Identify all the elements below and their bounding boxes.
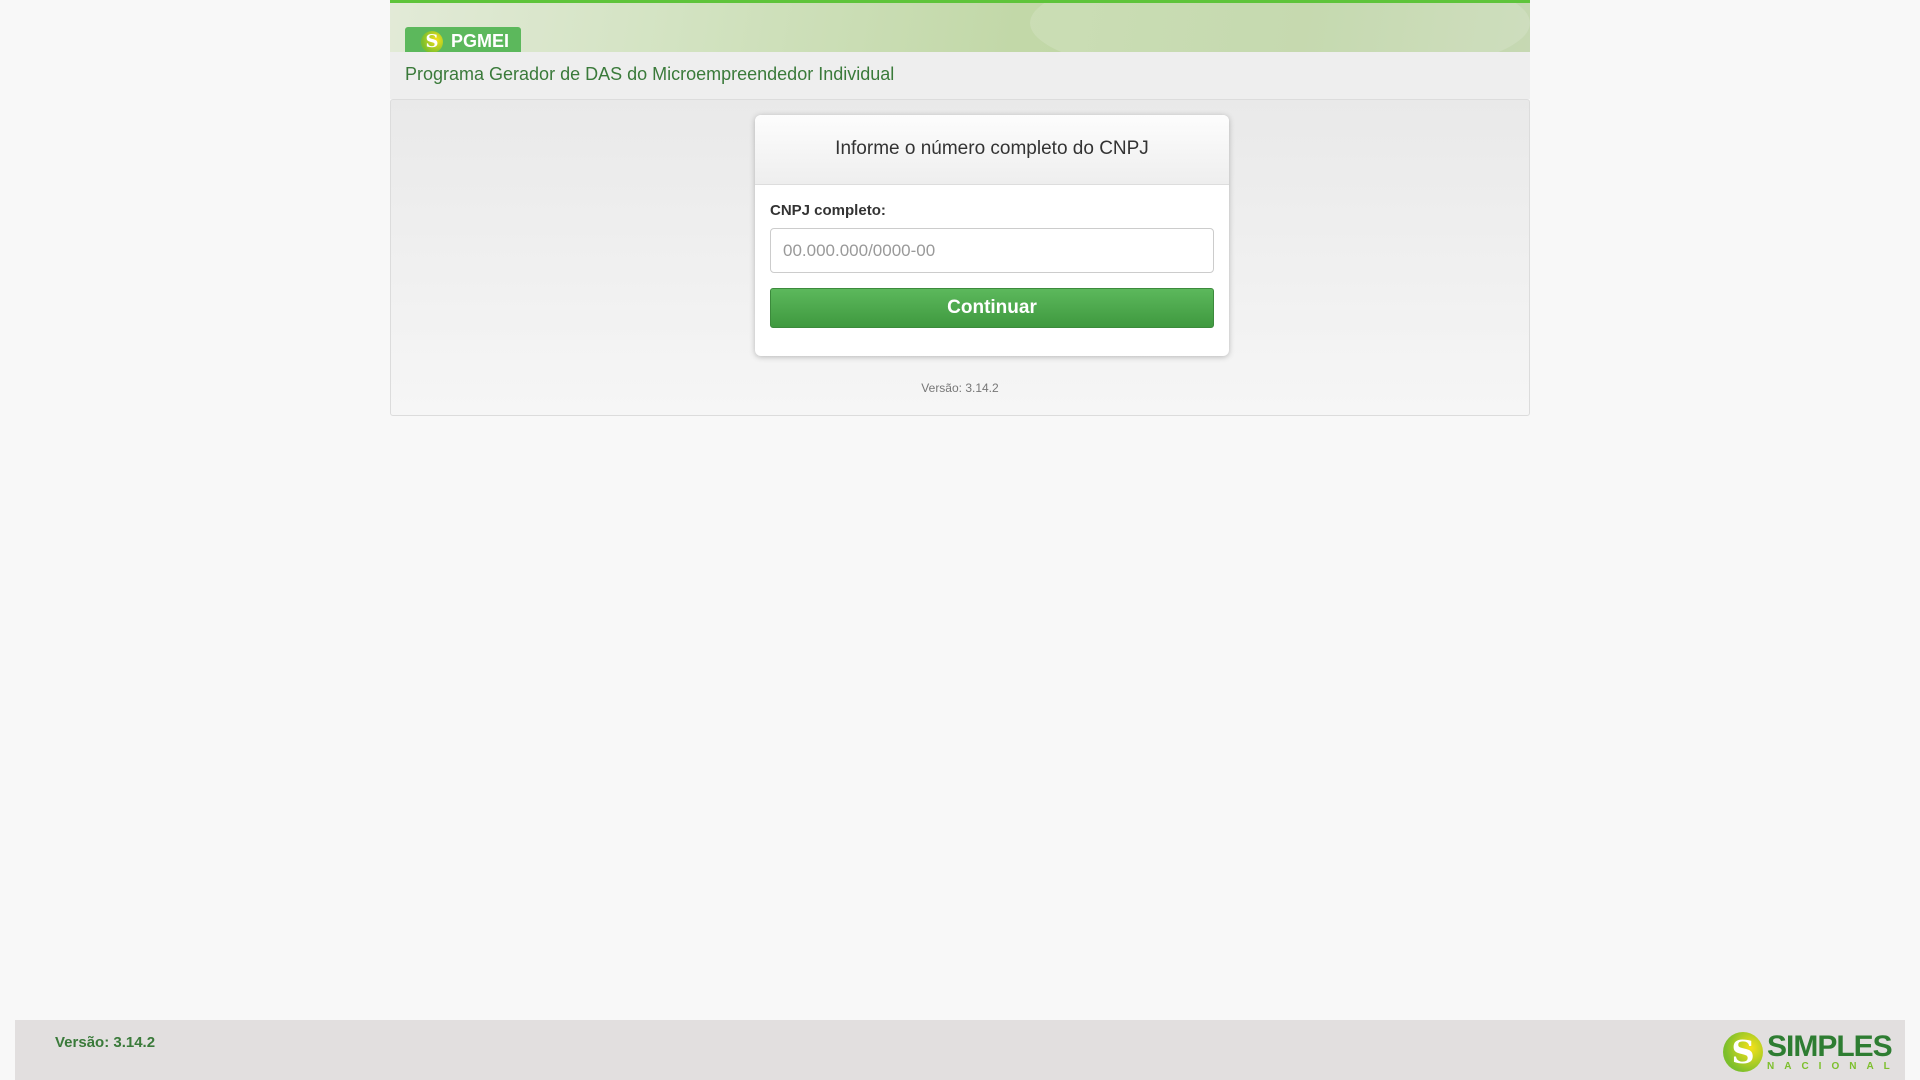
logo-text-bottom: NACIONAL — [1767, 1061, 1900, 1072]
app-badge: S PGMEI — [405, 27, 522, 52]
main-panel: Informe o número completo do CNPJ CNPJ c… — [390, 99, 1530, 416]
cnpj-input[interactable] — [770, 228, 1214, 273]
page-subtitle: Programa Gerador de DAS do Microempreend… — [390, 52, 1530, 99]
footer: Versão: 3.14.2 S SIMPLES NACIONAL — [15, 1020, 1905, 1080]
footer-version: Versão: 3.14.2 — [55, 1034, 156, 1051]
continue-button[interactable]: Continuar — [770, 288, 1214, 328]
logo-text-top: SIMPLES — [1767, 1030, 1893, 1063]
page-container: S PGMEI Programa Gerador de DAS do Micro… — [390, 0, 1530, 416]
app-name: PGMEI — [451, 31, 510, 51]
cnpj-card: Informe o número completo do CNPJ CNPJ c… — [755, 115, 1229, 356]
card-title: Informe o número completo do CNPJ — [755, 115, 1229, 185]
simples-logo-icon: S — [421, 30, 443, 52]
header-banner: S PGMEI — [390, 0, 1530, 52]
simples-nacional-logo: S SIMPLES NACIONAL — [1723, 1032, 1900, 1072]
cnpj-label: CNPJ completo: — [770, 202, 886, 219]
panel-version: Versão: 3.14.2 — [921, 381, 999, 395]
simples-logo-icon: S — [1723, 1032, 1763, 1072]
